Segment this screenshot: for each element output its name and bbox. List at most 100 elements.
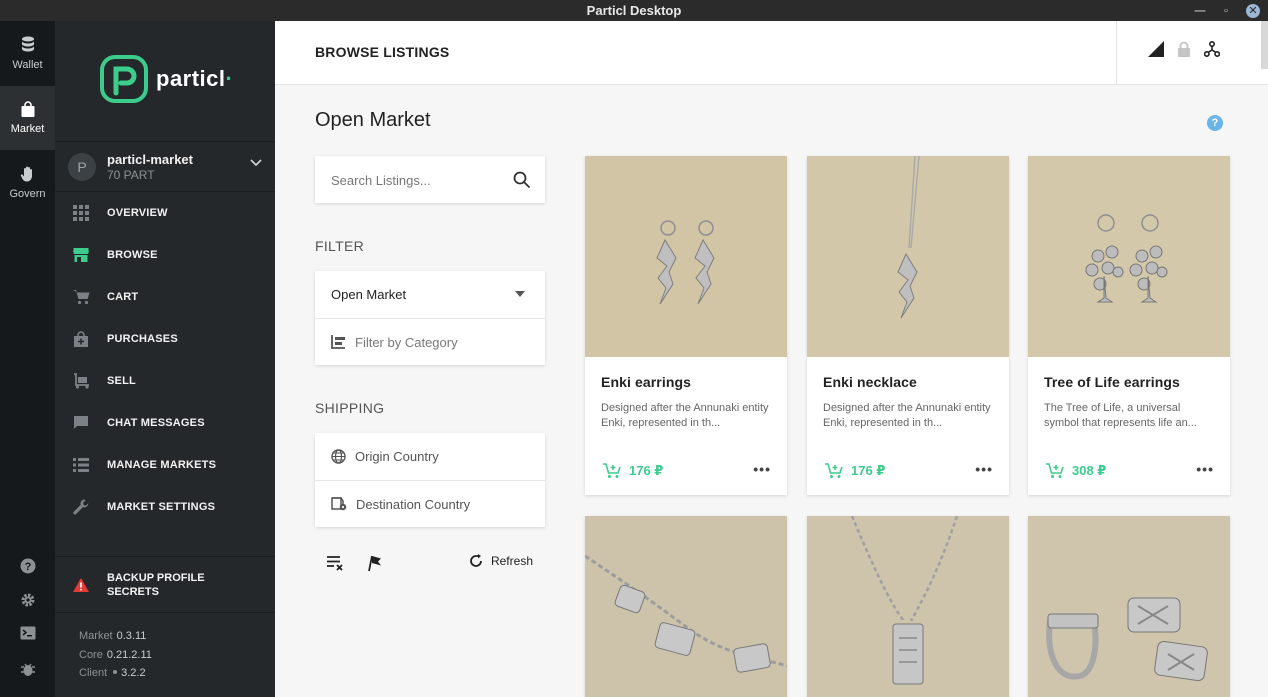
refresh-button[interactable]: Refresh: [469, 554, 533, 568]
client-version-label: Client: [79, 667, 108, 679]
search-icon[interactable]: [513, 171, 531, 189]
nav-label-market-settings: MARKET SETTINGS: [107, 501, 216, 513]
client-version: 3.2.2: [121, 667, 146, 679]
listing-image[interactable]: [585, 516, 787, 697]
grid-icon: [73, 205, 89, 221]
earrings-photo: [585, 156, 787, 357]
origin-country-field[interactable]: Origin Country: [315, 433, 545, 480]
listing-title[interactable]: Tree of Life earrings: [1044, 374, 1180, 390]
listing-image[interactable]: [585, 156, 787, 357]
more-options-icon[interactable]: •••: [753, 461, 771, 477]
rail-label-market: Market: [10, 123, 45, 135]
add-to-cart-button[interactable]: 176 ₽: [603, 463, 663, 479]
rail-label-wallet: Wallet: [12, 58, 43, 71]
nav-item-purchases[interactable]: PURCHASES: [55, 318, 275, 360]
backup-label-line1: BACKUP PROFILE: [107, 571, 205, 584]
nav-label-browse: BROWSE: [107, 249, 158, 261]
nav-item-overview[interactable]: OVERVIEW: [55, 192, 275, 234]
network-icon[interactable]: [1204, 41, 1220, 57]
listing-card[interactable]: [807, 516, 1009, 697]
more-options-icon[interactable]: •••: [1196, 461, 1214, 477]
nav-item-manage-markets[interactable]: MANAGE MARKETS: [55, 444, 275, 486]
more-options-icon[interactable]: •••: [975, 461, 993, 477]
market-version: 0.3.11: [116, 630, 147, 642]
listing-image[interactable]: [807, 156, 1009, 357]
chevron-down-icon: [250, 159, 262, 167]
bug-icon: [20, 663, 35, 676]
nav-label-manage-markets: MANAGE MARKETS: [107, 459, 217, 471]
signal-icon[interactable]: [1148, 41, 1164, 57]
market-select-value: Open Market: [331, 287, 407, 302]
backup-secrets-button[interactable]: BACKUP PROFILE SECRETS: [55, 556, 275, 613]
shipping-label: SHIPPING: [315, 400, 385, 416]
market-version-label: Market: [79, 630, 113, 642]
window-titlebar: Particl Desktop — ▫ ✕: [0, 0, 1268, 21]
listing-card[interactable]: Enki necklace Designed after the Annunak…: [807, 156, 1009, 495]
maximize-icon[interactable]: ▫: [1220, 5, 1232, 17]
listing-card[interactable]: [1028, 516, 1230, 697]
search-input[interactable]: Search Listings...: [331, 173, 431, 188]
particl-logo: particl·: [100, 55, 233, 103]
category-filter-placeholder: Filter by Category: [355, 334, 458, 350]
listing-description: Designed after the Annunaki entity Enki,…: [823, 402, 991, 429]
add-to-cart-button[interactable]: 308 ₽: [1046, 463, 1106, 479]
bracelet-photo: [585, 516, 787, 697]
nav-item-browse[interactable]: BROWSE: [55, 234, 275, 276]
shopping-bag-icon: [21, 101, 34, 117]
refresh-icon: [470, 554, 482, 567]
minimize-icon[interactable]: —: [1194, 5, 1206, 17]
category-filter[interactable]: Filter by Category: [315, 318, 545, 365]
console-rail-button[interactable]: [0, 626, 55, 640]
main-content: BROWSE LISTINGS Open Market ? Search Lis…: [275, 21, 1268, 697]
cart-icon: [72, 290, 89, 305]
page-header: BROWSE LISTINGS: [275, 21, 1268, 85]
rail-item-govern[interactable]: Govern: [0, 150, 55, 214]
page-title: Open Market: [315, 109, 431, 131]
rail-item-wallet[interactable]: Wallet: [0, 21, 55, 85]
listing-image[interactable]: [1028, 156, 1230, 357]
settings-rail-button[interactable]: [0, 592, 55, 608]
nav-label-cart: CART: [107, 291, 139, 303]
listing-title[interactable]: Enki necklace: [823, 374, 917, 390]
close-icon[interactable]: ✕: [1246, 3, 1260, 18]
flag-icon[interactable]: [367, 555, 383, 572]
listing-price: 308 ₽: [1072, 463, 1107, 478]
add-to-cart-icon: [825, 463, 843, 478]
profile-name: particl-market: [107, 152, 193, 167]
nav-label-sell: SELL: [107, 375, 136, 387]
listing-price: 176 ₽: [851, 463, 886, 478]
sidebar: particl· P particl-market 70 PART OVERVI…: [55, 21, 275, 697]
bug-rail-button[interactable]: [0, 661, 55, 677]
listing-image[interactable]: [807, 516, 1009, 697]
help-rail-button[interactable]: ?: [0, 558, 55, 574]
storefront-icon: [73, 248, 89, 262]
help-circle-icon: ?: [20, 558, 35, 574]
nav-item-chat-messages[interactable]: CHAT MESSAGES: [55, 402, 275, 444]
core-version-label: Core: [79, 648, 103, 661]
destination-country-field[interactable]: Destination Country: [315, 480, 545, 527]
nav-item-sell[interactable]: SELL: [55, 360, 275, 402]
listing-image[interactable]: [1028, 516, 1230, 697]
lock-icon[interactable]: [1177, 41, 1191, 57]
profile-switcher[interactable]: P particl-market 70 PART: [55, 141, 275, 192]
listing-card[interactable]: Enki earrings Designed after the Annunak…: [585, 156, 787, 495]
search-box[interactable]: Search Listings...: [315, 156, 545, 203]
market-select[interactable]: Open Market: [315, 271, 545, 318]
trolley-icon: [73, 373, 89, 389]
listing-card[interactable]: [585, 516, 787, 697]
scrollbar-thumb[interactable]: [1261, 21, 1268, 69]
filter-label: FILTER: [315, 238, 364, 254]
rings-photo: [1028, 516, 1230, 697]
wrench-icon: [73, 499, 89, 515]
nav-label-purchases: PURCHASES: [107, 333, 178, 345]
nav-item-cart[interactable]: CART: [55, 276, 275, 318]
help-icon[interactable]: ?: [1207, 115, 1223, 131]
globe-icon: [331, 449, 346, 464]
clear-filters-icon[interactable]: [327, 556, 344, 571]
listing-title[interactable]: Enki earrings: [601, 374, 691, 390]
listing-description: Designed after the Annunaki entity Enki,…: [601, 402, 769, 429]
listing-card[interactable]: Tree of Life earrings The Tree of Life, …: [1028, 156, 1230, 495]
nav-item-market-settings[interactable]: MARKET SETTINGS: [55, 486, 275, 528]
rail-item-market[interactable]: Market: [0, 86, 55, 150]
add-to-cart-button[interactable]: 176 ₽: [825, 463, 885, 479]
